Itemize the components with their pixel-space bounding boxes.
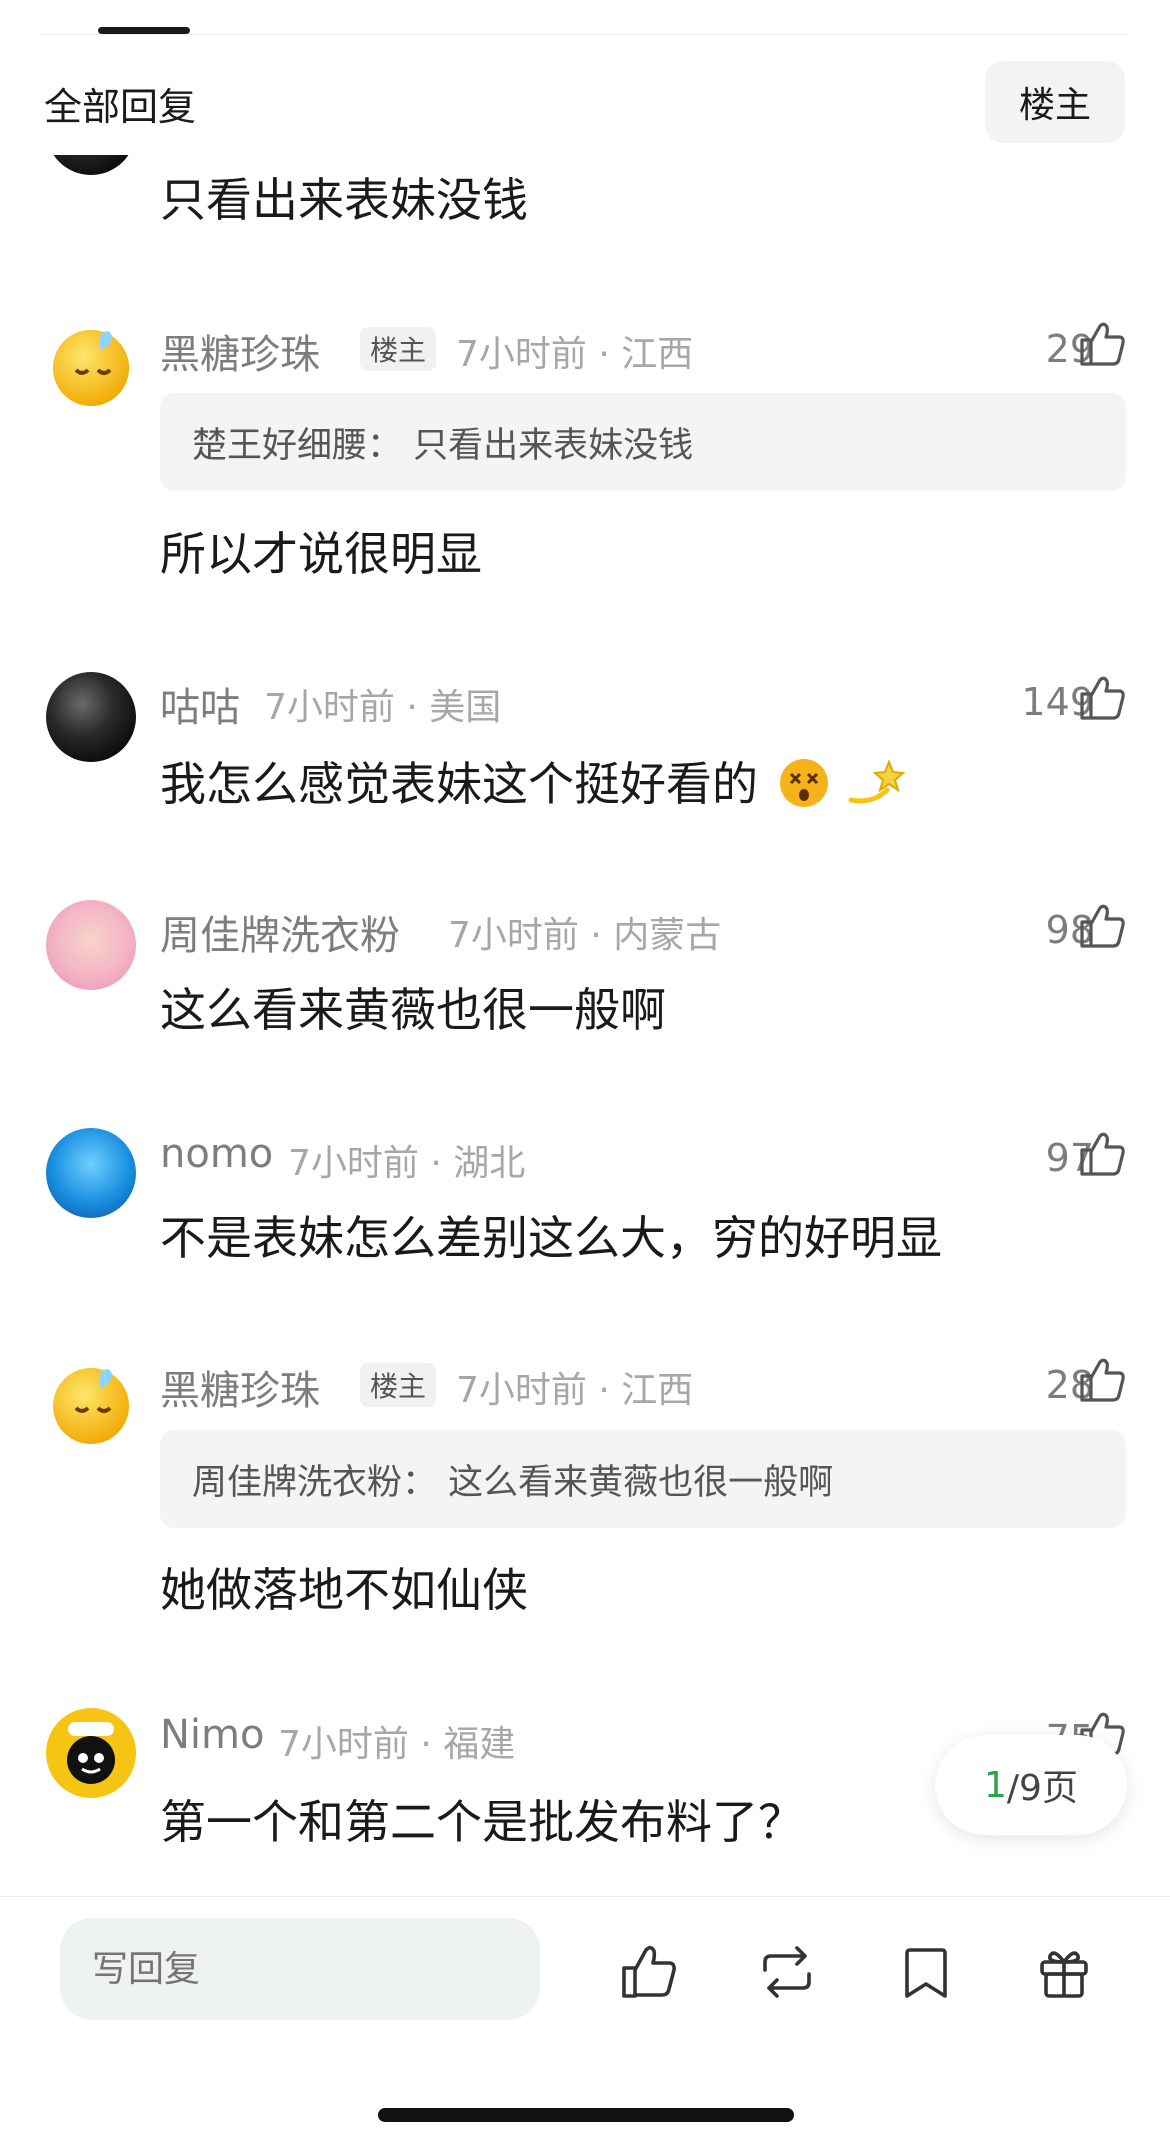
page-indicator-button[interactable]: 1/9页 <box>935 1735 1127 1835</box>
username[interactable]: 黑糖珍珠 <box>160 322 320 380</box>
username[interactable]: 咕咕 <box>160 675 240 733</box>
like-icon[interactable] <box>1076 1354 1128 1406</box>
op-only-filter-button[interactable]: 楼主 <box>985 61 1125 143</box>
repost-icon[interactable] <box>755 1940 819 2004</box>
home-indicator <box>378 2108 794 2122</box>
comment-content: 所以才说很明显 <box>160 527 482 581</box>
bottom-bar-divider <box>0 1896 1170 1897</box>
comment-text: 我怎么感觉表妹这个挺好看的 <box>160 757 758 811</box>
username[interactable]: 周佳牌洗衣粉 <box>160 903 400 961</box>
op-badge: 楼主 <box>360 1363 437 1407</box>
quoted-text: 楚王好细腰： 只看出来表妹没钱 <box>192 425 694 466</box>
comment-meta: 7小时前 · 江西 <box>456 334 694 375</box>
tab-indicator <box>98 27 190 34</box>
dizzy-star-emoji-icon <box>848 759 906 804</box>
quoted-text: 周佳牌洗衣粉： 这么看来黄薇也很一般啊 <box>192 1462 834 1503</box>
comment-meta: 7小时前 · 湖北 <box>288 1143 526 1184</box>
top-divider <box>42 34 1128 35</box>
avatar[interactable] <box>46 1708 136 1798</box>
all-replies-title: 全部回复 <box>44 85 197 129</box>
username[interactable]: Nimo <box>160 1712 264 1758</box>
gift-icon[interactable] <box>1032 1940 1096 2004</box>
comment-content: 不是表妹怎么差别这么大，穷的好明显 <box>160 1211 942 1265</box>
comment-content: 我怎么感觉表妹这个挺好看的 <box>160 748 907 814</box>
dizzy-face-emoji-icon <box>779 759 828 807</box>
avatar[interactable] <box>46 1356 136 1446</box>
comment-meta: 7小时前 · 福建 <box>278 1724 516 1765</box>
comment-meta: 7小时前 · 内蒙古 <box>448 915 722 956</box>
quoted-reply[interactable]: 周佳牌洗衣粉： 这么看来黄薇也很一般啊 <box>160 1430 1126 1528</box>
avatar[interactable] <box>46 318 136 408</box>
comment-content: 她做落地不如仙侠 <box>160 1563 528 1617</box>
comment-content: 第一个和第二个是批发布料了？ <box>160 1795 804 1849</box>
bookmark-icon[interactable] <box>894 1940 958 2004</box>
reply-input[interactable] <box>60 1918 540 2020</box>
avatar[interactable] <box>46 1128 136 1218</box>
current-page: 1 <box>984 1764 1007 1806</box>
like-icon[interactable] <box>1076 1128 1128 1180</box>
quoted-reply[interactable]: 楚王好细腰： 只看出来表妹没钱 <box>160 393 1126 491</box>
comment-meta: 7小时前 · 江西 <box>456 1370 694 1411</box>
like-icon[interactable] <box>616 1940 680 2004</box>
comment-meta: 7小时前 · 美国 <box>264 687 502 728</box>
comment-content: 这么看来黄薇也很一般啊 <box>160 983 666 1037</box>
like-icon[interactable] <box>1076 318 1128 370</box>
username[interactable]: 黑糖珍珠 <box>160 1358 320 1416</box>
like-icon[interactable] <box>1076 672 1128 724</box>
total-pages: /9页 <box>1006 1768 1078 1809</box>
comment-content: 只看出来表妹没钱 <box>160 173 528 227</box>
op-badge: 楼主 <box>360 327 437 371</box>
avatar[interactable] <box>46 672 136 762</box>
like-icon[interactable] <box>1076 900 1128 952</box>
username[interactable]: nomo <box>160 1131 273 1177</box>
avatar[interactable] <box>46 900 136 990</box>
